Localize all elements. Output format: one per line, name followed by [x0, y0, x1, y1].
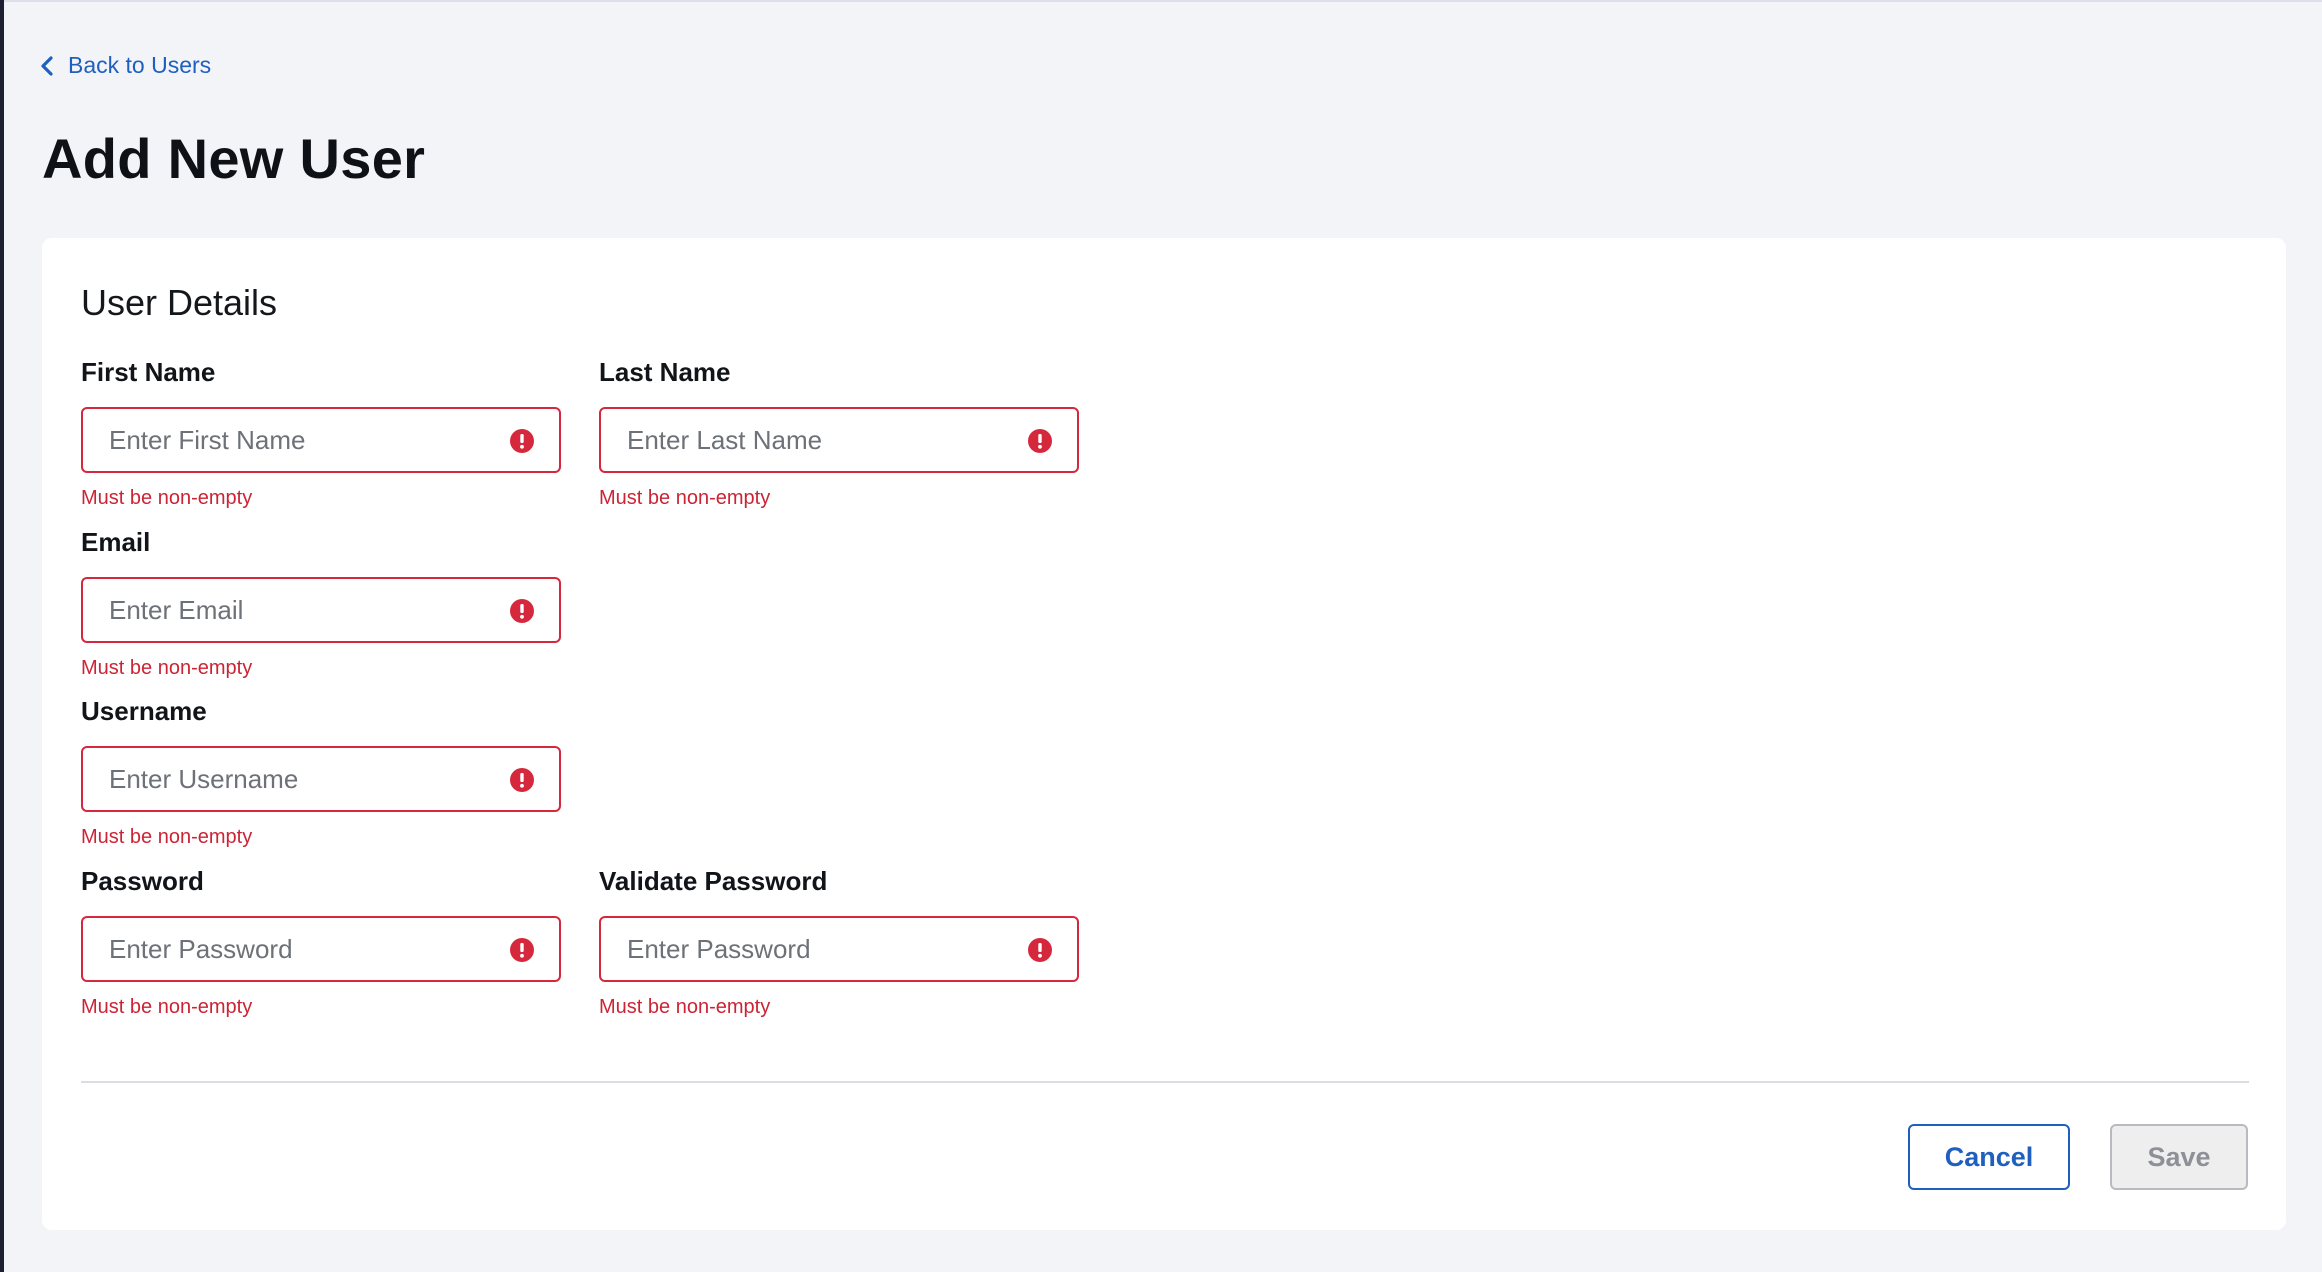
email-error: Must be non-empty: [81, 657, 253, 679]
user-details-card: User Details First Name Must be non-empt…: [42, 238, 2286, 1230]
back-to-users-link[interactable]: Back to Users: [40, 52, 211, 79]
email-input-wrapper: [81, 577, 561, 643]
email-field: Email Must be non-empty: [81, 526, 561, 680]
last-name-input-wrapper: [599, 407, 1079, 473]
email-input[interactable]: [83, 579, 559, 641]
section-title: User Details: [81, 282, 278, 323]
cancel-button[interactable]: Cancel: [1908, 1124, 2070, 1190]
username-input-wrapper: [81, 746, 561, 812]
last-name-input[interactable]: [601, 409, 1077, 471]
last-name-label: Last Name: [599, 357, 731, 387]
validate-password-input-wrapper: [599, 916, 1079, 982]
password-label: Password: [81, 866, 204, 896]
password-error: Must be non-empty: [81, 996, 253, 1018]
email-label: Email: [81, 527, 151, 557]
error-circle-icon: [510, 429, 534, 453]
first-name-field: First Name Must be non-empty: [81, 356, 561, 510]
window-left-edge: [0, 0, 4, 1272]
password-field: Password Must be non-empty: [81, 865, 561, 1019]
password-input[interactable]: [83, 918, 559, 980]
username-label: Username: [81, 696, 207, 726]
first-name-label: First Name: [81, 357, 216, 387]
error-circle-icon: [510, 768, 534, 792]
username-error: Must be non-empty: [81, 826, 253, 848]
validate-password-label: Validate Password: [599, 866, 828, 896]
save-button[interactable]: Save: [2110, 1124, 2248, 1190]
validate-password-field: Validate Password Must be non-empty: [599, 865, 1079, 1019]
username-input[interactable]: [83, 748, 559, 810]
window-top-edge: [0, 0, 2322, 2]
password-input-wrapper: [81, 916, 561, 982]
last-name-error: Must be non-empty: [599, 487, 771, 509]
error-circle-icon: [510, 599, 534, 623]
username-field: Username Must be non-empty: [81, 695, 561, 849]
back-link-label: Back to Users: [68, 52, 212, 78]
validate-password-input[interactable]: [601, 918, 1077, 980]
page-title: Add New User: [42, 127, 426, 190]
first-name-input[interactable]: [83, 409, 559, 471]
error-circle-icon: [1028, 429, 1052, 453]
error-circle-icon: [510, 938, 534, 962]
first-name-error: Must be non-empty: [81, 487, 253, 509]
chevron-left-icon: [40, 55, 54, 76]
first-name-input-wrapper: [81, 407, 561, 473]
error-circle-icon: [1028, 938, 1052, 962]
footer-divider: [81, 1081, 2249, 1083]
last-name-field: Last Name Must be non-empty: [599, 356, 1079, 510]
validate-password-error: Must be non-empty: [599, 996, 771, 1018]
